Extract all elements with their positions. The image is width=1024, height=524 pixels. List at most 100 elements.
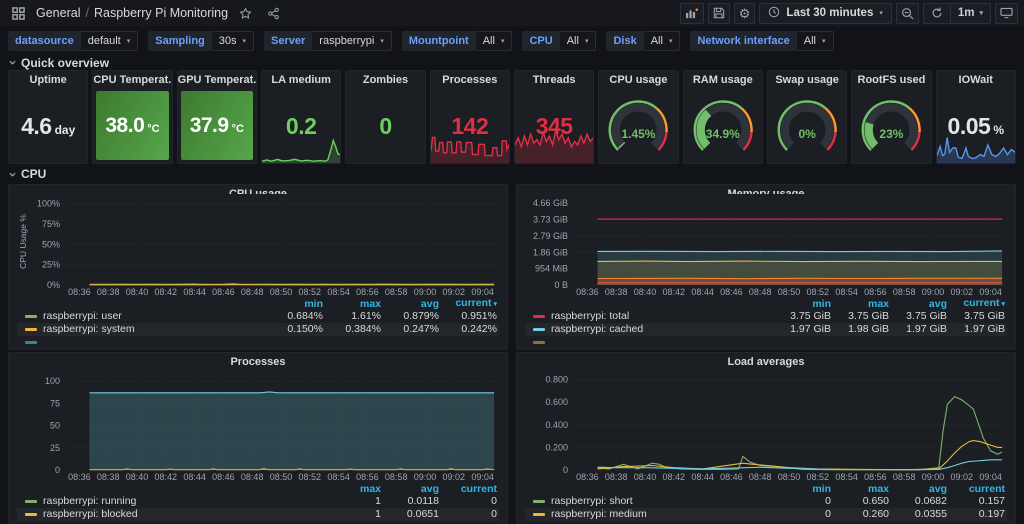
legend-column-current[interactable]: current bbox=[441, 483, 499, 495]
series-name[interactable]: raspberrypi: total bbox=[551, 310, 629, 323]
panel-title[interactable]: LA medium bbox=[262, 71, 340, 89]
panel-title[interactable]: Zombies bbox=[346, 71, 424, 89]
stat-body: 23% bbox=[852, 89, 930, 163]
time-range-picker[interactable]: Last 30 minutes ▾ bbox=[759, 3, 891, 24]
variable-value-dropdown[interactable]: All▾ bbox=[797, 31, 834, 51]
panel-title[interactable]: Threads bbox=[515, 71, 593, 89]
panel-title[interactable]: Processes bbox=[431, 71, 509, 89]
cycle-view-button[interactable] bbox=[995, 3, 1018, 24]
panel-title[interactable]: Swap usage bbox=[768, 71, 846, 89]
series-color-swatch[interactable] bbox=[25, 315, 37, 318]
zoom-out-button[interactable] bbox=[896, 3, 919, 24]
series-color-swatch[interactable] bbox=[533, 328, 545, 331]
svg-text:08:48: 08:48 bbox=[749, 287, 772, 297]
variable-value-dropdown[interactable]: raspberrypi▾ bbox=[312, 31, 392, 51]
series-name[interactable]: raspberrypi: short bbox=[551, 495, 633, 508]
variable-value-dropdown[interactable]: All▾ bbox=[644, 31, 681, 51]
series-name[interactable]: raspberrypi: system bbox=[43, 323, 135, 336]
row-header-quick-overview[interactable]: Quick overview bbox=[8, 55, 1016, 70]
panel-title[interactable]: IOWait bbox=[937, 71, 1015, 89]
legend-column-avg[interactable]: avg bbox=[383, 483, 441, 495]
variable-value-dropdown[interactable]: 30s▾ bbox=[212, 31, 254, 51]
svg-text:4.66 GiB: 4.66 GiB bbox=[533, 198, 568, 208]
legend-column-min[interactable]: min bbox=[267, 298, 325, 310]
legend-value: 0.197 bbox=[949, 508, 1007, 521]
legend-column-max[interactable]: max bbox=[325, 298, 383, 310]
legend-value: 3.75 GiB bbox=[949, 310, 1007, 323]
legend-value: 0 bbox=[441, 508, 499, 521]
svg-text:09:02: 09:02 bbox=[443, 472, 466, 482]
series-color-swatch[interactable] bbox=[25, 513, 37, 516]
chevron-down-icon: ▾ bbox=[979, 10, 983, 17]
panel-title[interactable]: CPU usage bbox=[599, 71, 677, 89]
legend-column-current[interactable]: current bbox=[949, 483, 1007, 495]
series-color-swatch[interactable] bbox=[533, 315, 545, 318]
legend-column-max[interactable]: max bbox=[833, 298, 891, 310]
variable-value-dropdown[interactable]: All▾ bbox=[476, 31, 513, 51]
variable-value-dropdown[interactable]: All▾ bbox=[560, 31, 597, 51]
add-panel-button[interactable] bbox=[680, 3, 704, 24]
series-color-swatch[interactable] bbox=[533, 513, 545, 516]
svg-text:08:44: 08:44 bbox=[183, 287, 206, 297]
gauge bbox=[599, 98, 677, 154]
series-name[interactable]: raspberrypi: blocked bbox=[43, 508, 138, 521]
panel-title[interactable]: Load averages bbox=[525, 353, 1007, 371]
series-color-swatch[interactable] bbox=[25, 328, 37, 331]
series-name[interactable]: raspberrypi: medium bbox=[551, 508, 647, 521]
top-navbar: General / Raspberry Pi Monitoring ⚙ bbox=[0, 0, 1024, 26]
row-header-cpu[interactable]: CPU bbox=[8, 166, 1016, 182]
variable-current-value: raspberrypi bbox=[319, 35, 374, 47]
dashboards-grid-icon[interactable] bbox=[8, 3, 29, 23]
series-name[interactable]: raspberrypi: user bbox=[43, 310, 122, 323]
stat-body: 1.45% bbox=[599, 89, 677, 163]
legend-column-avg[interactable]: avg bbox=[891, 483, 949, 495]
svg-text:100: 100 bbox=[45, 376, 60, 386]
legend-value: 3.75 GiB bbox=[833, 310, 891, 323]
panel-title[interactable]: CPU Temperat... bbox=[93, 71, 171, 89]
svg-text:0: 0 bbox=[563, 465, 568, 475]
series-name[interactable]: raspberrypi: cached bbox=[551, 323, 643, 336]
gauge-wrap: 1.45% bbox=[599, 89, 677, 163]
stat-body: 0.05% bbox=[937, 89, 1015, 163]
series-color-swatch[interactable] bbox=[533, 341, 545, 344]
star-icon[interactable] bbox=[235, 3, 256, 23]
refresh-button[interactable] bbox=[924, 4, 950, 23]
dashboard-settings-button[interactable]: ⚙ bbox=[734, 3, 756, 24]
series-name[interactable]: raspberrypi: running bbox=[43, 495, 136, 508]
legend-column-max[interactable]: max bbox=[833, 483, 891, 495]
legend-column-max[interactable]: max bbox=[325, 483, 383, 495]
panel-title[interactable]: CPU usage bbox=[17, 185, 499, 194]
panel-title[interactable]: Uptime bbox=[9, 71, 87, 89]
refresh-interval-dropdown[interactable]: 1m ▾ bbox=[950, 4, 990, 23]
panel-title[interactable]: RAM usage bbox=[684, 71, 762, 89]
breadcrumb-dashboard-title[interactable]: Raspberry Pi Monitoring bbox=[94, 6, 228, 20]
svg-text:0: 0 bbox=[55, 465, 60, 475]
panel-title[interactable]: RootFS used bbox=[852, 71, 930, 89]
legend-column-min[interactable]: min bbox=[775, 483, 833, 495]
series-color-swatch[interactable] bbox=[25, 341, 37, 344]
legend-row: raspberrypi: medium00.2600.03550.197 bbox=[525, 508, 1007, 521]
svg-text:08:44: 08:44 bbox=[183, 472, 206, 482]
breadcrumb-folder[interactable]: General bbox=[36, 6, 80, 20]
series-color-swatch[interactable] bbox=[533, 500, 545, 503]
legend-row: raspberrypi: cached1.97 GiB1.98 GiB1.97 … bbox=[525, 323, 1007, 336]
breadcrumb-separator: / bbox=[85, 6, 88, 20]
stat-value: 0.2 bbox=[286, 113, 316, 140]
share-icon[interactable] bbox=[263, 3, 284, 23]
legend-value: 0.0682 bbox=[891, 495, 949, 508]
legend-column-avg[interactable]: avg bbox=[891, 298, 949, 310]
legend-value: 3.75 GiB bbox=[891, 310, 949, 323]
legend-column-avg[interactable]: avg bbox=[383, 298, 441, 310]
series-color-swatch[interactable] bbox=[25, 500, 37, 503]
variable-value-dropdown[interactable]: default▾ bbox=[81, 31, 139, 51]
panel-title[interactable]: Processes bbox=[17, 353, 499, 371]
legend-row: raspberrypi: total3.75 GiB3.75 GiB3.75 G… bbox=[525, 310, 1007, 323]
dashboard-content: Quick overview Uptime4.6day CPU Temperat.… bbox=[0, 54, 1024, 524]
stat-body: 4.6day bbox=[9, 89, 87, 163]
save-dashboard-button[interactable] bbox=[708, 3, 730, 24]
legend-column-current[interactable]: current ▾ bbox=[949, 297, 1007, 311]
panel-title[interactable]: Memory usage bbox=[525, 185, 1007, 194]
legend-column-current[interactable]: current ▾ bbox=[441, 297, 499, 311]
legend-column-min[interactable]: min bbox=[775, 298, 833, 310]
panel-title[interactable]: GPU Temperat... bbox=[178, 71, 256, 89]
